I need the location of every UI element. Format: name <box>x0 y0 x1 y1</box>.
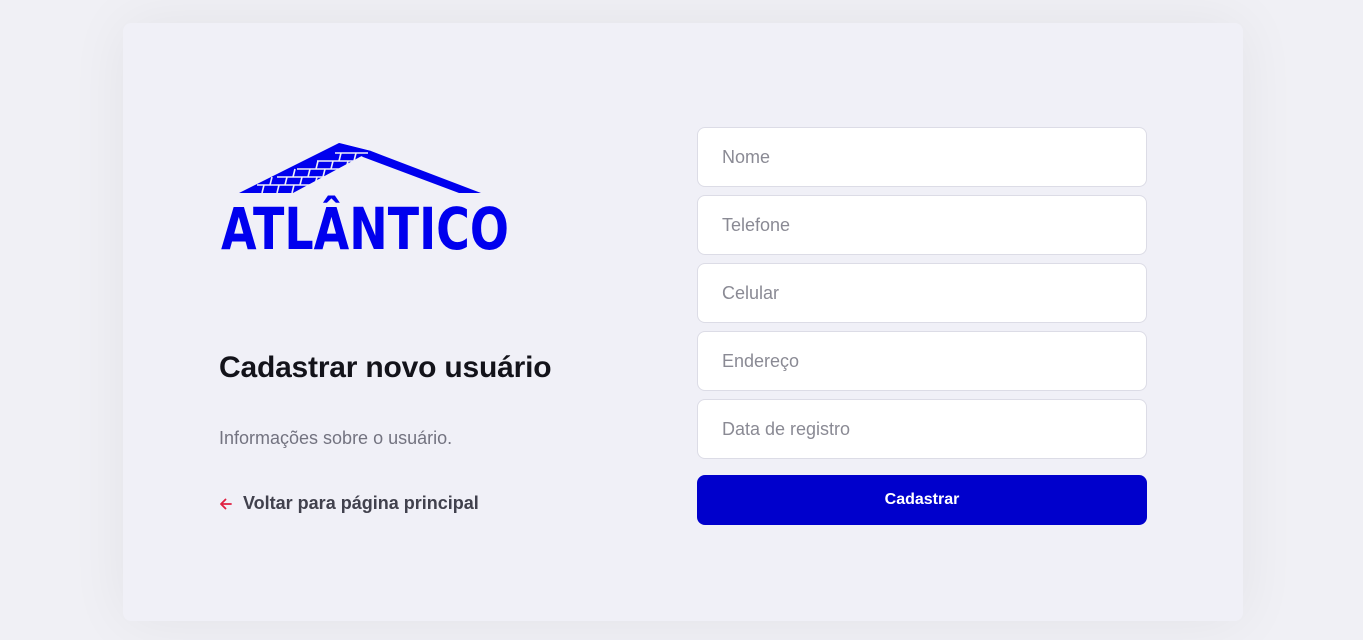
register-card: ATLÂNTICO Cadastrar novo usuário Informa… <box>123 23 1243 621</box>
page-subtitle: Informações sobre o usuário. <box>219 428 453 448</box>
address-input[interactable] <box>697 331 1147 391</box>
intro-section: ATLÂNTICO Cadastrar novo usuário Informa… <box>219 23 619 621</box>
back-to-home-link[interactable]: Voltar para página principal <box>219 493 479 514</box>
name-input[interactable] <box>697 127 1147 187</box>
atlantico-logo: ATLÂNTICO <box>221 143 509 253</box>
roof-bricks-icon <box>239 143 481 194</box>
register-button[interactable]: Cadastrar <box>697 475 1147 525</box>
phone-input[interactable] <box>697 195 1147 255</box>
page: ATLÂNTICO Cadastrar novo usuário Informa… <box>0 0 1363 640</box>
registration-date-input[interactable] <box>697 399 1147 459</box>
logo-wordmark: ATLÂNTICO <box>221 194 509 253</box>
arrow-left-icon <box>220 498 232 509</box>
back-link-label: Voltar para página principal <box>243 493 479 513</box>
cellphone-input[interactable] <box>697 263 1147 323</box>
page-title: Cadastrar novo usuário <box>219 351 552 384</box>
register-form: Cadastrar <box>697 127 1147 525</box>
